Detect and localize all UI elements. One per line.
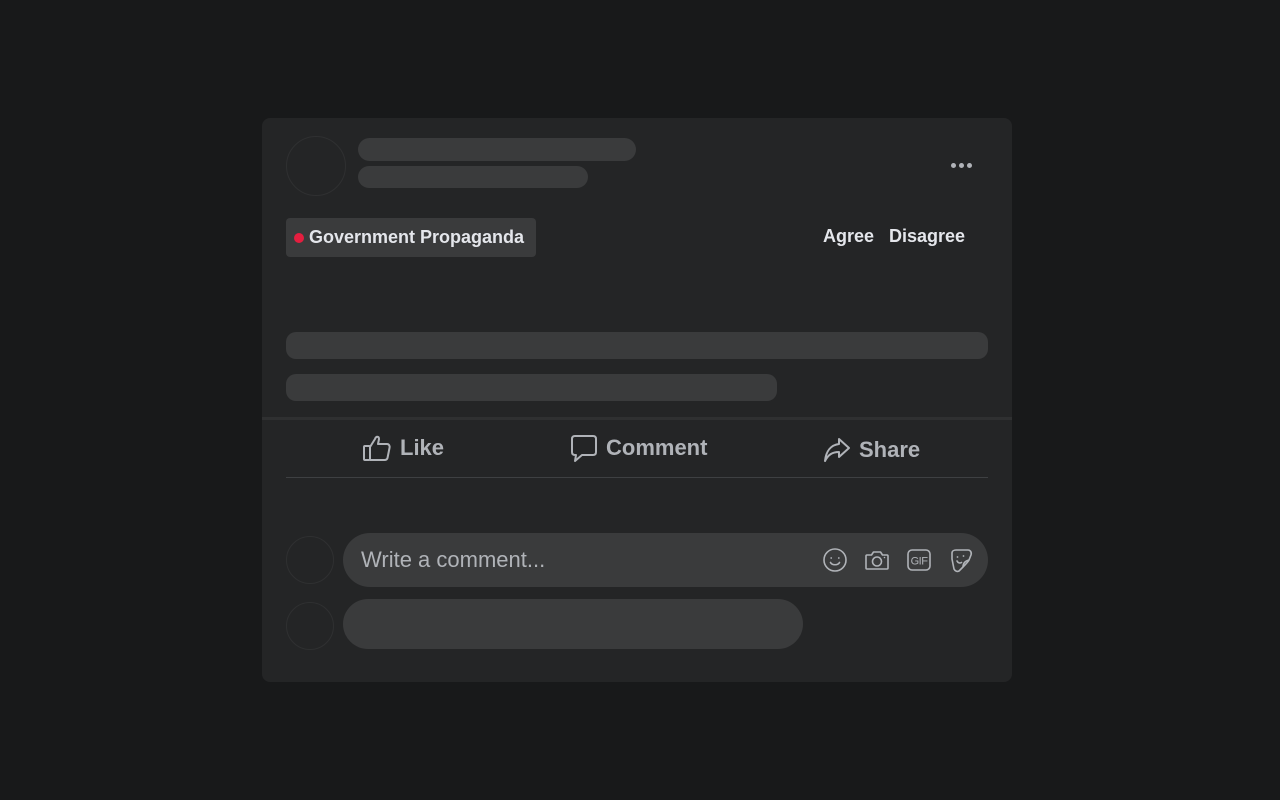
comment-label: Comment: [606, 435, 708, 460]
svg-text:GIF: GIF: [911, 556, 929, 568]
comment-button[interactable]: Comment: [570, 420, 707, 476]
author-name-placeholder: [358, 138, 636, 161]
badge-dot-icon: [294, 232, 304, 243]
share-label: Share: [859, 437, 921, 462]
emoji-icon[interactable]: [822, 547, 848, 573]
commenter-avatar: [286, 536, 334, 584]
comment-placeholder: [343, 599, 803, 649]
comment-composer: GIF: [343, 533, 988, 587]
badge-label: Government Propaganda: [309, 227, 525, 247]
author-avatar[interactable]: [286, 136, 346, 196]
comment-bubble-icon: [571, 435, 597, 462]
share-button[interactable]: Share: [823, 422, 920, 478]
like-button[interactable]: Like: [362, 420, 444, 476]
sticker-icon[interactable]: [948, 547, 974, 573]
more-horizontal-icon: [950, 162, 956, 168]
action-bar: Like Comment Share: [286, 420, 988, 478]
reply-avatar: [286, 602, 334, 650]
comment-input[interactable]: [343, 533, 803, 587]
thumbs-up-icon: [363, 435, 391, 461]
share-arrow-icon: [824, 438, 850, 462]
agree-button[interactable]: Agree: [823, 226, 874, 247]
more-options-button[interactable]: [946, 155, 976, 175]
more-horizontal-icon-dot: [966, 162, 972, 168]
propaganda-badge: Government Propaganda: [286, 218, 536, 257]
disagree-button[interactable]: Disagree: [889, 226, 965, 247]
gif-icon[interactable]: GIF: [906, 547, 932, 573]
post-text-line-2: [286, 374, 777, 401]
post-card: Government Propaganda Agree Disagree Lik…: [262, 118, 1012, 682]
more-horizontal-icon-dot: [958, 162, 964, 168]
post-meta-placeholder: [358, 166, 588, 188]
like-label: Like: [400, 435, 445, 460]
camera-icon[interactable]: [864, 547, 890, 573]
post-text-line-1: [286, 332, 988, 359]
